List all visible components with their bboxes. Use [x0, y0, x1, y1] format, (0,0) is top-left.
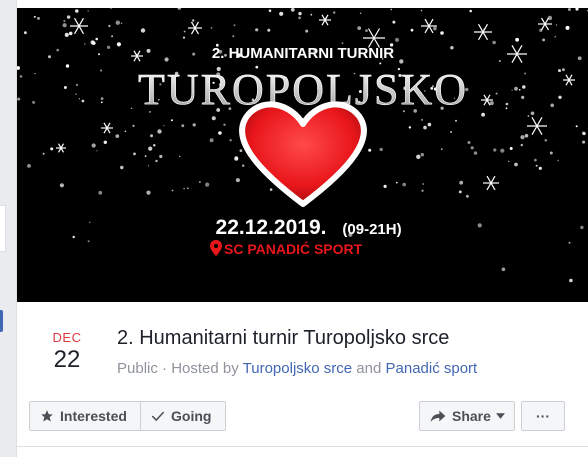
going-label: Going: [171, 408, 212, 424]
event-month: DEC: [52, 330, 82, 345]
card-divider: [17, 446, 588, 447]
cover-time: (09-21H): [342, 221, 401, 238]
interested-label: Interested: [60, 408, 127, 424]
cover-date: 22.12.2019.: [216, 216, 327, 239]
interested-button[interactable]: Interested: [29, 401, 154, 431]
cover-headline: TUROPOLJSKO: [138, 65, 468, 114]
host-link-turopoljsko-srce[interactable]: Turopoljsko srce: [243, 360, 352, 377]
check-icon: [151, 409, 165, 423]
share-label: Share: [452, 408, 491, 424]
more-options-button[interactable]: ···: [521, 401, 565, 431]
meta-separator: ·: [157, 360, 172, 377]
ellipsis-icon: ···: [536, 408, 550, 424]
event-cover-image[interactable]: 2. HUMANITARNI TURNIR TUROPOLJSKO 22.12.…: [17, 8, 588, 302]
event-date-badge: DEC 22: [41, 330, 93, 373]
going-button[interactable]: Going: [140, 401, 226, 431]
hosted-by-label: Hosted by: [171, 360, 243, 377]
cover-kicker: 2. HUMANITARNI TURNIR: [212, 45, 394, 62]
event-privacy: Public: [117, 360, 158, 377]
adjacent-blue-button-edge[interactable]: [0, 310, 3, 332]
host-link-panadic-sport[interactable]: Panadić sport: [386, 360, 478, 377]
star-icon: [40, 409, 54, 423]
share-button[interactable]: Share: [419, 401, 515, 431]
share-arrow-icon: [430, 409, 446, 423]
event-day: 22: [53, 346, 81, 373]
event-card: 2. HUMANITARNI TURNIR TUROPOLJSKO 22.12.…: [16, 0, 588, 457]
event-header: DEC 22 2. Humanitarni turnir Turopoljsko…: [17, 302, 588, 394]
event-title: 2. Humanitarni turnir Turopoljsko srce: [117, 327, 450, 349]
caret-down-icon: [495, 413, 505, 419]
cover-venue: SC PANADIĆ SPORT: [224, 240, 363, 257]
and-label: and: [352, 360, 386, 377]
adjacent-card-edge: [0, 205, 6, 252]
event-meta: Public · Hosted by Turopoljsko srce and …: [117, 360, 477, 377]
